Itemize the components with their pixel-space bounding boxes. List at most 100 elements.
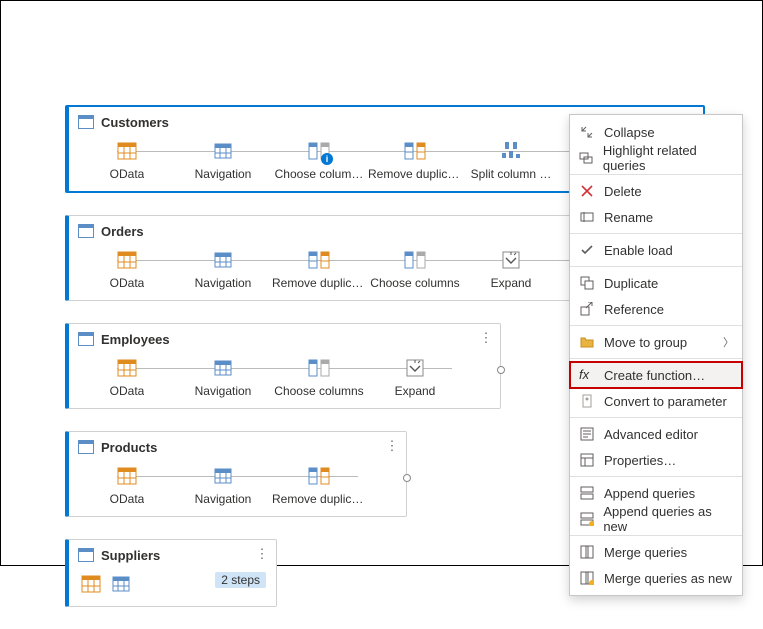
step[interactable]: Expand bbox=[367, 356, 463, 398]
menu-duplicate[interactable]: Duplicate bbox=[570, 270, 742, 296]
menu-label: Properties… bbox=[604, 453, 676, 468]
step-icon-odata bbox=[115, 139, 139, 163]
step-icon-odata bbox=[115, 464, 139, 488]
step-label: Navigation bbox=[195, 384, 252, 398]
step[interactable]: OData bbox=[79, 464, 175, 506]
menu-collapse[interactable]: Collapse bbox=[570, 119, 742, 145]
step-label: Expand bbox=[395, 384, 436, 398]
delete-icon bbox=[578, 182, 596, 200]
step[interactable]: OData bbox=[79, 139, 175, 181]
table-icon bbox=[77, 546, 95, 564]
menu-label: Highlight related queries bbox=[603, 143, 734, 173]
menu-properties[interactable]: Properties… bbox=[570, 447, 742, 473]
menu-convert-to-parameter: Convert to parameter bbox=[570, 388, 742, 414]
menu-merge-queries[interactable]: Merge queries bbox=[570, 539, 742, 565]
step-icon-odata bbox=[115, 356, 139, 380]
check-icon bbox=[578, 241, 596, 259]
more-icon[interactable]: ⋮ bbox=[478, 330, 494, 346]
menu-label: Collapse bbox=[604, 125, 655, 140]
menu-label: Duplicate bbox=[604, 276, 658, 291]
menu-reference[interactable]: Reference bbox=[570, 296, 742, 322]
menu-merge-queries-as-new[interactable]: Merge queries as new bbox=[570, 565, 742, 591]
step-icon-dedupe bbox=[307, 248, 331, 272]
adv-icon bbox=[578, 425, 596, 443]
step-label: Split column … bbox=[471, 167, 552, 181]
step[interactable]: Expand bbox=[463, 248, 559, 290]
end-node bbox=[403, 474, 411, 482]
step[interactable]: Remove duplicat… bbox=[367, 139, 463, 181]
more-icon[interactable]: ⋮ bbox=[254, 546, 270, 562]
table-icon bbox=[77, 113, 95, 131]
step[interactable]: OData bbox=[79, 356, 175, 398]
step[interactable]: Navigation bbox=[175, 139, 271, 181]
step[interactable]: Navigation bbox=[175, 248, 271, 290]
append-icon bbox=[578, 484, 596, 502]
menu-label: Enable load bbox=[604, 243, 673, 258]
menu-label: Merge queries bbox=[604, 545, 687, 560]
menu-create-function[interactable]: fxCreate function… bbox=[570, 362, 742, 388]
step-icon-dedupe bbox=[307, 464, 331, 488]
menu-highlight-related-queries[interactable]: Highlight related queries bbox=[570, 145, 742, 171]
step-icon-table bbox=[211, 356, 235, 380]
table-icon bbox=[77, 438, 95, 456]
prop-icon bbox=[578, 451, 596, 469]
menu-rename[interactable]: Rename bbox=[570, 204, 742, 230]
query-title: Products bbox=[101, 440, 157, 455]
step[interactable]: Choose columns bbox=[367, 248, 463, 290]
step-label: OData bbox=[110, 167, 145, 181]
end-node bbox=[497, 366, 505, 374]
step[interactable]: Split column … bbox=[463, 139, 559, 181]
step-label: Expand bbox=[491, 276, 532, 290]
menu-label: Reference bbox=[604, 302, 664, 317]
menu-enable-load[interactable]: Enable load bbox=[570, 237, 742, 263]
menu-advanced-editor[interactable]: Advanced editor bbox=[570, 421, 742, 447]
step-icon-table-sm bbox=[109, 572, 133, 596]
step[interactable]: Remove duplicat… bbox=[271, 248, 367, 290]
query-products[interactable]: Products ⋮ ODataNavigationRemove duplicat… bbox=[65, 431, 407, 517]
menu-move-to-group[interactable]: Move to group 〉 bbox=[570, 329, 742, 355]
menu-label: Append queries bbox=[604, 486, 695, 501]
menu-delete[interactable]: Delete bbox=[570, 178, 742, 204]
step-icon-choose: i bbox=[307, 139, 331, 163]
step[interactable]: Choose columns bbox=[271, 356, 367, 398]
step[interactable]: i Choose colum… bbox=[271, 139, 367, 181]
step-label: OData bbox=[110, 384, 145, 398]
step-icon-expand bbox=[499, 248, 523, 272]
step-label: Choose columns bbox=[274, 384, 363, 398]
duplicate-icon bbox=[578, 274, 596, 292]
chevron-right-icon: 〉 bbox=[723, 334, 734, 350]
query-title: Customers bbox=[101, 115, 169, 130]
table-icon bbox=[77, 222, 95, 240]
rename-icon bbox=[578, 208, 596, 226]
folder-icon bbox=[578, 333, 596, 351]
step[interactable]: Navigation bbox=[175, 464, 271, 506]
menu-label: Rename bbox=[604, 210, 653, 225]
step[interactable]: Remove duplicat… bbox=[271, 464, 367, 506]
query-suppliers[interactable]: Suppliers⋮2 steps bbox=[65, 539, 277, 607]
merge-icon bbox=[578, 543, 596, 561]
menu-append-queries[interactable]: Append queries bbox=[570, 480, 742, 506]
step-label: Remove duplicat… bbox=[272, 276, 366, 290]
step-icon-table bbox=[211, 464, 235, 488]
step-icon-table bbox=[211, 248, 235, 272]
query-employees[interactable]: Employees⋮ODataNavigationChoose columnsE… bbox=[65, 323, 501, 409]
step[interactable]: Navigation bbox=[175, 356, 271, 398]
more-icon[interactable]: ⋮ bbox=[384, 438, 400, 454]
step-label: Remove duplicat… bbox=[272, 492, 366, 506]
table-icon bbox=[77, 330, 95, 348]
step-icon-odata bbox=[79, 572, 103, 596]
menu-label: Advanced editor bbox=[604, 427, 698, 442]
menu-label: Merge queries as new bbox=[604, 571, 732, 586]
context-menu: Collapse Highlight related queries Delete R… bbox=[569, 114, 743, 596]
step-icon-table bbox=[211, 139, 235, 163]
menu-label: Move to group bbox=[604, 335, 687, 350]
step-icon-expand bbox=[403, 356, 427, 380]
step-icon-choose bbox=[307, 356, 331, 380]
step-label: Choose colum… bbox=[275, 167, 364, 181]
svg-text:fx: fx bbox=[579, 368, 590, 382]
reference-icon bbox=[578, 300, 596, 318]
step-label: Choose columns bbox=[370, 276, 459, 290]
step[interactable]: OData bbox=[79, 248, 175, 290]
menu-append-queries-as-new[interactable]: Append queries as new bbox=[570, 506, 742, 532]
step-label: OData bbox=[110, 276, 145, 290]
